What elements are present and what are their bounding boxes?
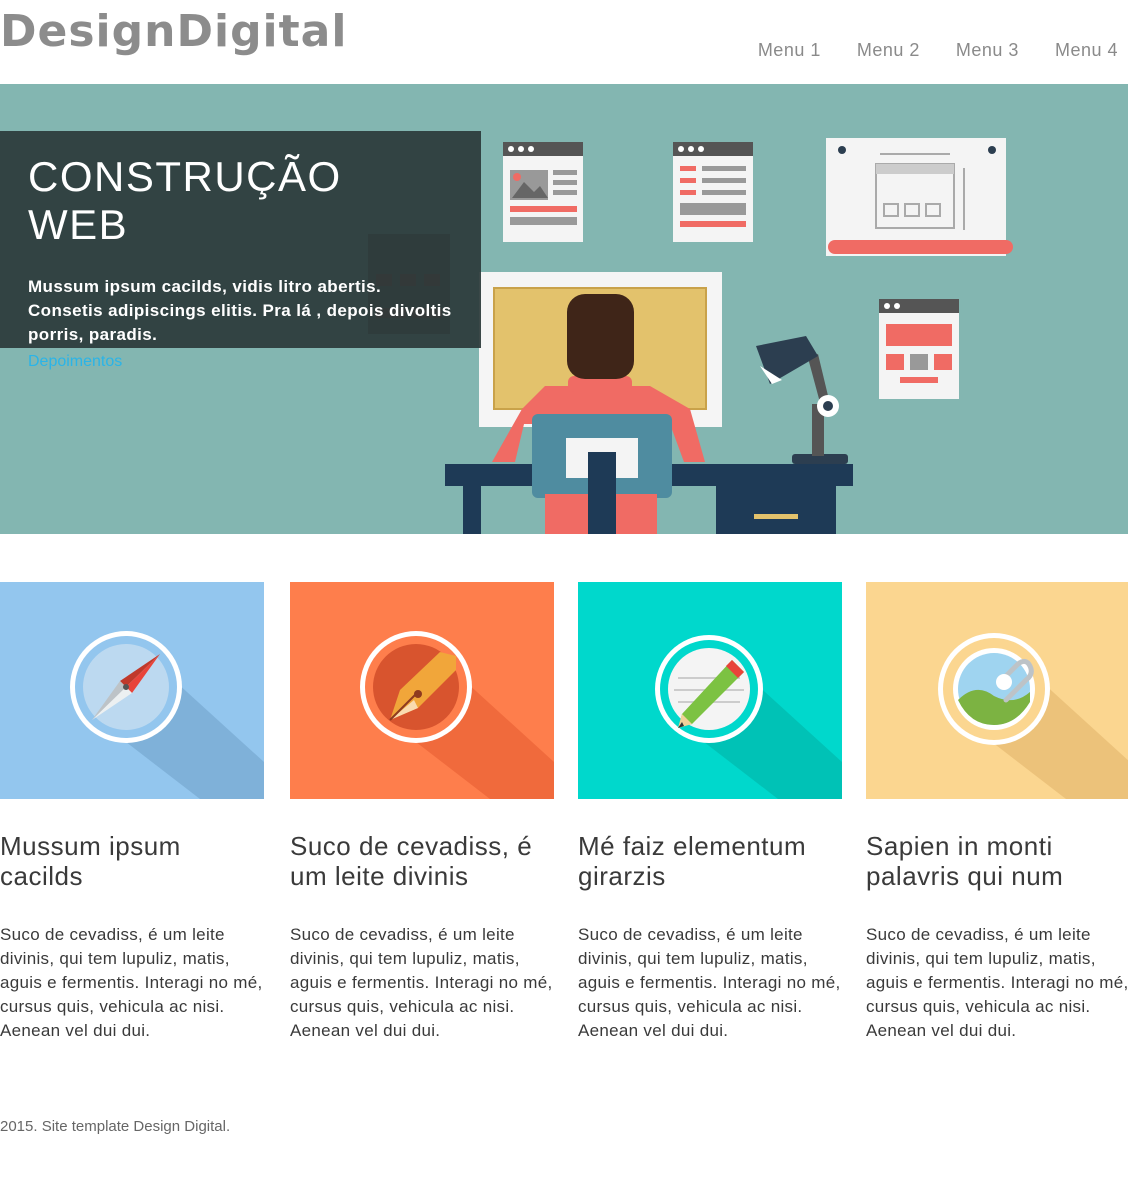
testimonials-link[interactable]: Depoimentos [28,353,453,371]
feature-tile-4 [866,582,1128,799]
nav-menu-4[interactable]: Menu 4 [1055,40,1118,61]
feature-tile-3 [578,582,842,799]
hero-caption: CONSTRUÇÃO WEB Mussum ipsum cacilds, vid… [0,131,481,370]
hero-title: CONSTRUÇÃO WEB [28,153,342,248]
main-nav: Menu 1 Menu 2 Menu 3 Menu 4 [722,40,1118,61]
feature-title-3: Mé faiz elementum girarzis [578,831,807,891]
hero-text: Mussum ipsum cacilds, vidis litro aberti… [28,277,452,344]
hero-banner: CONSTRUÇÃO WEB Mussum ipsum cacilds, vid… [0,84,1128,534]
nav-menu-3[interactable]: Menu 3 [956,40,1019,61]
nav-menu-2[interactable]: Menu 2 [857,40,920,61]
nav-menu-1[interactable]: Menu 1 [758,40,821,61]
wireframe-card-1 [503,142,583,242]
feature-text-3: Suco de cevadiss, é um leite divinis, qu… [578,925,841,1040]
wireframe-card-3 [879,299,959,399]
desk-lamp [756,336,848,464]
footer-text: 2015. Site template Design Digital. [0,1118,231,1135]
feature-tile-1 [0,582,264,799]
feature-4: Sapien in monti palavris qui num Suco de… [866,582,1128,1043]
feature-title-2: Suco de cevadiss, é um leite divinis [290,831,533,891]
feature-text-4: Suco de cevadiss, é um leite divinis, qu… [866,925,1128,1040]
feature-text-2: Suco de cevadiss, é um leite divinis, qu… [290,925,553,1040]
feature-title-1: Mussum ipsum cacilds [0,831,181,891]
feature-3: Mé faiz elementum girarzis Suco de cevad… [578,582,842,1043]
pencil-icon [655,635,842,799]
site-header: DesignDigital Menu 1 Menu 2 Menu 3 Menu … [0,0,1128,84]
feature-2: Suco de cevadiss, é um leite divinis Suc… [290,582,554,1043]
compass-icon [70,631,264,799]
site-logo[interactable]: DesignDigital [0,6,347,57]
pen-nib-icon [360,631,554,799]
feature-1: Mussum ipsum cacilds Suco de cevadiss, é… [0,582,264,1043]
blueprint-sheet [826,138,1013,256]
wireframe-card-2 [673,142,753,242]
feature-title-4: Sapien in monti palavris qui num [866,831,1064,891]
feature-tile-2 [290,582,554,799]
paperclip-photo-icon [938,633,1128,799]
feature-text-1: Suco de cevadiss, é um leite divinis, qu… [0,925,263,1040]
